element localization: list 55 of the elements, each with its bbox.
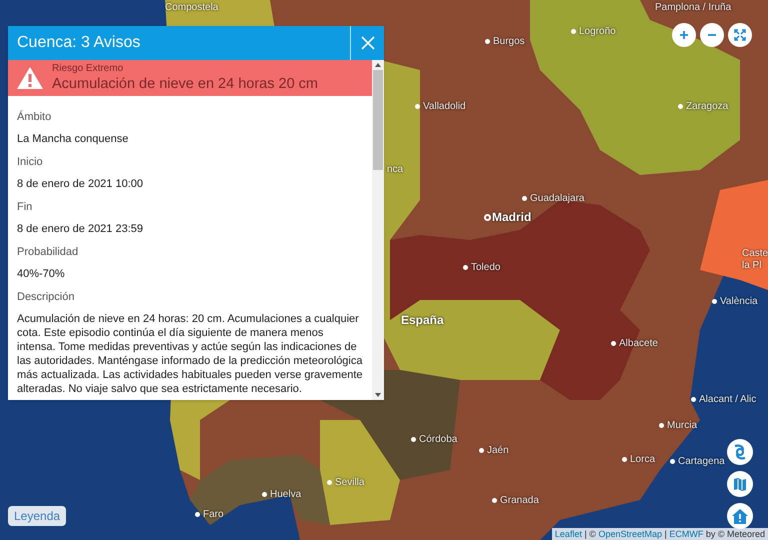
city-label: Lorca — [630, 454, 656, 466]
city-label: Alacant / Alic — [699, 394, 756, 406]
map-icon — [733, 477, 747, 491]
city-label: Cartagena — [678, 456, 725, 468]
city-label: Huelva — [270, 489, 302, 501]
city-label: Faro — [203, 509, 224, 521]
field-value: Acumulación de nieve en 24 horas: 20 cm. Acumulaciones a cualquier cota. Este episodio continúa el día siguiente de manera menos intensa. Tome medidas preventivas y actúe según las indicaciones de las autoridades. Manténgase informado de la predicción meteorológica más actualizada. Las actividades habituales pueden verse gravemente alteradas. No viaje salvo que sea estrictamente necesario. — [17, 312, 363, 396]
city-label: Zaragoza — [686, 101, 728, 113]
city-label: Toledo — [471, 262, 500, 274]
fullscreen-icon — [734, 29, 746, 41]
city-label: Guadalajara — [530, 193, 584, 205]
warning-icon — [16, 66, 44, 90]
attribution-link[interactable]: Leaflet — [554, 529, 582, 539]
field-value: La Mancha conquense — [17, 132, 130, 146]
city-label: Jaén — [487, 445, 509, 457]
field-label: Descripción — [17, 290, 76, 304]
house-alert-icon — [732, 508, 748, 524]
city-label: Valladolid — [423, 101, 466, 113]
country-label: España — [401, 314, 444, 326]
plus-icon — [679, 30, 689, 40]
city-label: Logroño — [579, 26, 616, 38]
city-label: Granada — [500, 495, 539, 507]
city-label: nca — [387, 164, 404, 176]
city-label: Caste la Pl — [742, 248, 768, 272]
field-value: 40%-70% — [17, 267, 66, 281]
hurricane-icon — [732, 444, 748, 460]
risk-level: Riesgo Extremo — [52, 62, 124, 74]
city-label: Madrid — [492, 211, 532, 223]
city-label: Burgos — [493, 36, 525, 48]
panel-title: Cuenca: 3 Avisos — [16, 33, 142, 53]
city-label: Murcia — [667, 420, 698, 432]
minus-icon — [707, 33, 717, 37]
alert-title: Acumulación de nieve en 24 horas 20 cm — [52, 74, 318, 94]
field-label: Inicio — [17, 155, 44, 169]
attribution-text: | © — [583, 529, 597, 539]
attribution-text: by © Meteored — [704, 529, 765, 539]
attribution-link[interactable]: ECMWF — [669, 529, 704, 539]
attribution-link[interactable]: OpenStreetMap — [598, 529, 662, 539]
attribution-text: | — [663, 529, 668, 539]
city-label: Córdoba — [419, 434, 458, 446]
field-label: Probabilidad — [17, 245, 80, 259]
legend-button[interactable]: Leyenda — [8, 506, 66, 526]
field-value: 8 de enero de 2021 23:59 — [17, 222, 144, 236]
scrollbar-thumb[interactable] — [373, 70, 383, 170]
field-label: Fin — [17, 200, 34, 214]
city-label: Compostela — [165, 2, 218, 14]
scroll-up-icon[interactable] — [375, 63, 381, 67]
city-label: Pamplona / Iruña — [655, 2, 732, 14]
field-label: Ámbito — [17, 110, 52, 124]
close-icon — [360, 36, 374, 50]
scroll-down-icon[interactable] — [375, 393, 381, 397]
city-label: Sevilla — [335, 477, 364, 489]
city-label: València — [720, 296, 758, 308]
city-label: Albacete — [619, 338, 658, 350]
field-value: 8 de enero de 2021 10:00 — [17, 177, 144, 191]
